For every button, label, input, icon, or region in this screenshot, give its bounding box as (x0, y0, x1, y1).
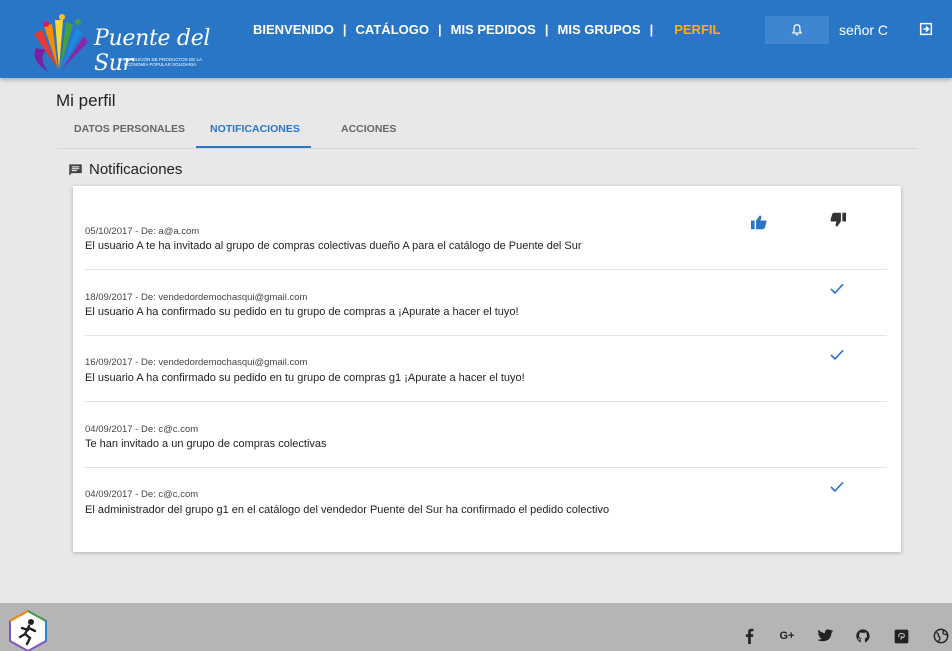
profile-tabs: DATOS PERSONALES NOTIFICACIONES ACCIONES (57, 114, 918, 149)
nav-bienvenido[interactable]: BIENVENIDO (253, 22, 334, 37)
notification-meta: 16/09/2017 - De: vendedordemochasqui@gma… (85, 357, 308, 368)
tab-datos-personales[interactable]: DATOS PERSONALES (74, 123, 185, 135)
section-header: Notificaciones (68, 161, 182, 178)
brand-name: Puente del Sur (94, 26, 211, 76)
globe-icon[interactable] (932, 627, 950, 645)
notification-item: 04/09/2017 - De: c@c.com El administrado… (85, 468, 887, 538)
facebook-icon[interactable] (740, 627, 758, 645)
section-title: Notificaciones (89, 161, 183, 178)
thumb-up-icon[interactable] (750, 214, 768, 230)
thumb-down-icon[interactable] (829, 212, 847, 228)
notification-meta: 04/09/2017 - De: c@c.com (85, 489, 199, 500)
check-icon[interactable] (829, 282, 845, 296)
check-icon[interactable] (829, 348, 845, 362)
nav-separator: | (437, 22, 442, 37)
logout-icon[interactable] (918, 21, 934, 37)
nav-mis-pedidos[interactable]: MIS PEDIDOS (451, 22, 536, 37)
notification-item: 05/10/2017 - De: a@a.com El usuario A te… (85, 186, 887, 270)
nav-mis-grupos[interactable]: MIS GRUPOS (558, 22, 641, 37)
brand-tagline: Distribución de productos de la economía… (118, 57, 202, 67)
notification-meta: 04/09/2017 - De: c@c.com (85, 424, 199, 435)
notifications-card: 05/10/2017 - De: a@a.com El usuario A te… (73, 186, 901, 552)
notification-text: El usuario A ha confirmado su pedido en … (85, 372, 525, 384)
footer-runner-logo[interactable] (6, 609, 50, 651)
page-title: Mi perfil (56, 91, 116, 110)
footer: G+ (0, 603, 952, 651)
top-app-bar: Puente del Sur Distribución de productos… (0, 0, 952, 78)
brand-logo[interactable]: Puente del Sur Distribución de productos… (28, 14, 238, 76)
brand-fan-icon (34, 14, 88, 72)
nav-separator: | (342, 22, 347, 37)
notifications-button[interactable] (765, 16, 829, 44)
check-icon[interactable] (829, 480, 845, 494)
nav-separator: | (649, 22, 654, 37)
notification-item: 16/09/2017 - De: vendedordemochasqui@gma… (85, 336, 887, 402)
notification-item: 18/09/2017 - De: vendedordemochasqui@gma… (85, 270, 887, 336)
google-plus-icon[interactable]: G+ (778, 627, 796, 645)
nav-perfil[interactable]: PERFIL (674, 22, 720, 37)
user-name[interactable]: señor C (839, 22, 888, 38)
notification-text: Te han invitado a un grupo de compras co… (85, 438, 327, 450)
active-tab-indicator (196, 146, 311, 148)
message-icon (69, 163, 82, 176)
notification-meta: 18/09/2017 - De: vendedordemochasqui@gma… (85, 292, 308, 303)
tab-acciones[interactable]: ACCIONES (341, 123, 396, 135)
github-icon[interactable] (854, 627, 872, 645)
twitter-icon[interactable] (816, 627, 834, 645)
main-nav: BIENVENIDO | CATÁLOGO | MIS PEDIDOS | MI… (253, 22, 720, 37)
notification-item: 04/09/2017 - De: c@c.com Te han invitado… (85, 402, 887, 468)
notification-text: El usuario A te ha invitado al grupo de … (85, 240, 582, 252)
notification-text: El usuario A ha confirmado su pedido en … (85, 306, 519, 318)
pinterest-icon[interactable] (892, 627, 910, 645)
tab-notificaciones[interactable]: NOTIFICACIONES (210, 123, 300, 135)
bell-icon (791, 24, 803, 36)
notification-text: El administrador del grupo g1 en el catá… (85, 504, 610, 516)
nav-catalogo[interactable]: CATÁLOGO (356, 22, 429, 37)
notification-meta: 05/10/2017 - De: a@a.com (85, 226, 200, 237)
nav-separator: | (544, 22, 549, 37)
